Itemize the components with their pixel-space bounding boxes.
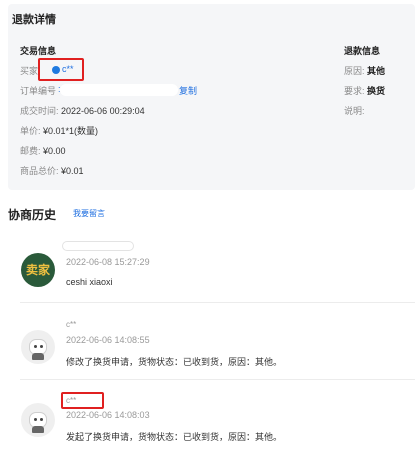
buyer-name-link[interactable]: c** <box>62 64 74 74</box>
robot-eye-icon <box>40 345 43 348</box>
negotiation-history-title: 协商历史 <box>8 208 57 222</box>
entry-divider <box>20 379 415 380</box>
refund-info-heading: 退款信息 <box>344 46 381 56</box>
order-number-row: 订单编号 <box>20 84 56 97</box>
buyer-row: 买家 <box>20 64 38 77</box>
robot-body-icon <box>32 353 44 360</box>
robot-eye-icon <box>34 418 37 421</box>
unit-price-value: ¥0.01*1(数量) <box>43 126 99 136</box>
buyer-avatar <box>21 330 55 364</box>
seller-avatar-text: 卖家 <box>25 263 50 277</box>
deal-time-value: 2022-06-06 00:29:04 <box>61 106 145 116</box>
buyer-avatar <box>21 403 55 437</box>
refund-reason-value: 其他 <box>367 66 386 76</box>
refund-detail-title: 退款详情 <box>12 14 56 26</box>
total-value: ¥0.01 <box>61 166 84 176</box>
entry-user-name: c** <box>66 320 77 329</box>
entry-message: 修改了换货申请，货物状态：已收到货，原因：其他。 <box>66 357 283 367</box>
order-number-redacted <box>60 84 178 96</box>
entry-time: 2022-06-06 14:08:55 <box>66 335 150 345</box>
refund-detail-card <box>8 4 415 190</box>
buyer-highlight-box <box>38 58 84 81</box>
leave-message-link[interactable]: 我要留言 <box>73 208 105 219</box>
entry-message: 发起了换货申请，货物状态：已收到货，原因：其他。 <box>66 432 283 442</box>
total-label: 商品总价: <box>20 166 59 176</box>
order-number-label: 订单编号 <box>20 86 57 96</box>
refund-note-row: 说明: <box>344 104 365 117</box>
postage-value: ¥0.00 <box>43 146 66 156</box>
unit-price-label: 单价: <box>20 126 41 136</box>
postage-label: 邮费: <box>20 146 41 156</box>
entry-message: ceshi xiaoxi <box>66 277 113 287</box>
buyer-avatar-icon <box>52 66 60 74</box>
buyer-label: 买家 <box>20 66 39 76</box>
refund-request-label: 要求: <box>344 86 365 96</box>
trade-info-heading: 交易信息 <box>20 46 57 56</box>
seller-name-redacted <box>62 241 134 251</box>
refund-request-value: 换货 <box>367 86 386 96</box>
robot-eye-icon <box>40 418 43 421</box>
entry-user-name: c** <box>66 396 77 405</box>
total-row: 商品总价: ¥0.01 <box>20 164 84 177</box>
copy-order-number-link[interactable]: 复制 <box>179 84 197 97</box>
refund-reason-row: 原因: 其他 <box>344 64 385 77</box>
refund-note-label: 说明: <box>344 106 365 116</box>
robot-eye-icon <box>34 345 37 348</box>
postage-row: 邮费: ¥0.00 <box>20 144 66 157</box>
deal-time-label: 成交时间: <box>20 106 59 116</box>
robot-body-icon <box>32 426 44 433</box>
deal-time-row: 成交时间: 2022-06-06 00:29:04 <box>20 104 145 117</box>
entry-time: 2022-06-06 14:08:03 <box>66 410 150 420</box>
unit-price-row: 单价: ¥0.01*1(数量) <box>20 124 98 137</box>
entry-time: 2022-06-08 15:27:29 <box>66 257 150 267</box>
refund-request-row: 要求: 换货 <box>344 84 385 97</box>
seller-avatar: 卖家 <box>21 253 55 287</box>
refund-reason-label: 原因: <box>344 66 365 76</box>
entry-divider <box>20 302 415 303</box>
